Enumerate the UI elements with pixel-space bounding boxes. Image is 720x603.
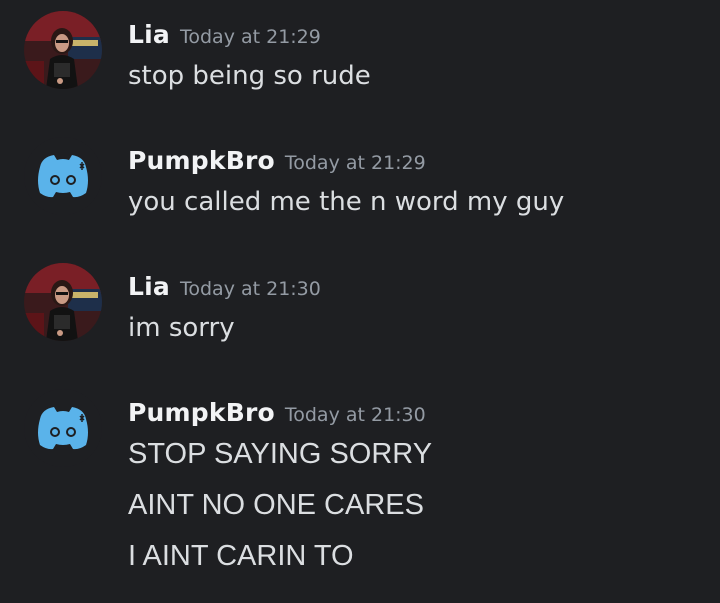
- username[interactable]: PumpkBro: [128, 398, 275, 427]
- timestamp[interactable]: Today at 21:30: [180, 278, 321, 300]
- timestamp[interactable]: Today at 21:30: [285, 404, 426, 426]
- user-photo-icon: [24, 263, 102, 341]
- avatar[interactable]: [24, 389, 102, 467]
- username[interactable]: Lia: [128, 272, 170, 301]
- message-text: I AINT CARIN TO: [128, 540, 354, 572]
- message-text: stop being so rude: [128, 61, 371, 91]
- timestamp[interactable]: Today at 21:29: [180, 26, 321, 48]
- message-header: Lia Today at 21:29: [128, 22, 321, 47]
- message-text: STOP SAYING SORRY: [128, 438, 433, 470]
- avatar[interactable]: [24, 263, 102, 341]
- avatar[interactable]: [24, 11, 102, 89]
- chat-message-list: Lia Today at 21:29 stop being so rude Pum…: [0, 0, 720, 603]
- message-header: PumpkBro Today at 21:30: [128, 400, 426, 425]
- discord-logo-icon: [24, 137, 102, 215]
- discord-logo-icon: [24, 389, 102, 467]
- message-text: im sorry: [128, 313, 235, 343]
- avatar[interactable]: [24, 137, 102, 215]
- message-text: you called me the n word my guy: [128, 187, 565, 217]
- user-photo-icon: [24, 11, 102, 89]
- username[interactable]: Lia: [128, 20, 170, 49]
- message-header: Lia Today at 21:30: [128, 274, 321, 299]
- message-text: AINT NO ONE CARES: [128, 489, 424, 521]
- username[interactable]: PumpkBro: [128, 146, 275, 175]
- timestamp[interactable]: Today at 21:29: [285, 152, 426, 174]
- message-header: PumpkBro Today at 21:29: [128, 148, 426, 173]
